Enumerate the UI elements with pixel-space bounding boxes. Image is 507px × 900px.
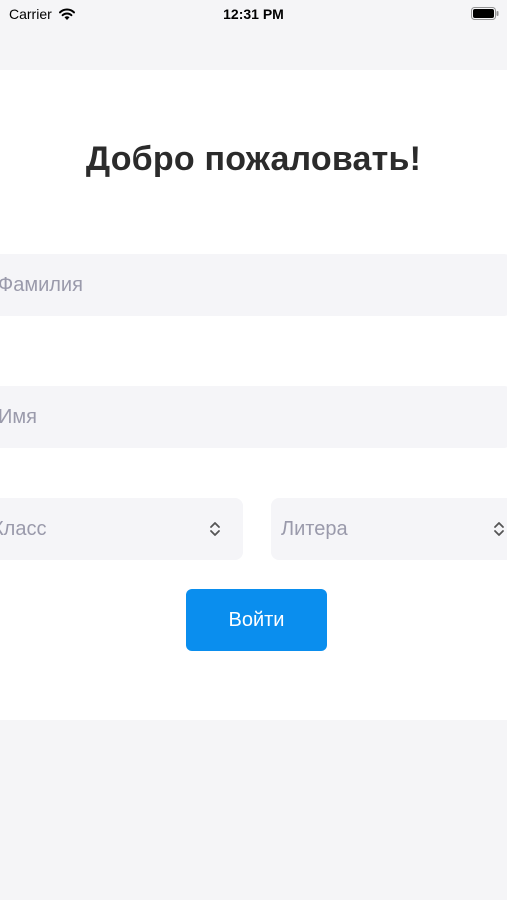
- page-title: Добро пожаловать!: [85, 140, 422, 178]
- first-name-placeholder: Имя: [0, 405, 37, 428]
- class-select-placeholder: Класс: [0, 517, 47, 540]
- letter-select-placeholder: Литера: [281, 517, 348, 540]
- battery-icon: [471, 7, 499, 20]
- chevron-up-down-icon: [210, 522, 220, 536]
- last-name-input[interactable]: Фамилия: [0, 254, 507, 316]
- status-time: 12:31 PM: [223, 6, 284, 22]
- first-name-input[interactable]: Имя: [0, 386, 507, 448]
- last-name-placeholder: Фамилия: [0, 273, 83, 296]
- class-select[interactable]: Класс: [0, 498, 243, 560]
- status-bar: Carrier 12:31 PM: [0, 0, 507, 30]
- letter-select[interactable]: Литера: [271, 498, 507, 560]
- chevron-up-down-icon: [494, 522, 504, 536]
- login-button[interactable]: Войти: [186, 589, 327, 651]
- login-button-label: Войти: [228, 608, 285, 631]
